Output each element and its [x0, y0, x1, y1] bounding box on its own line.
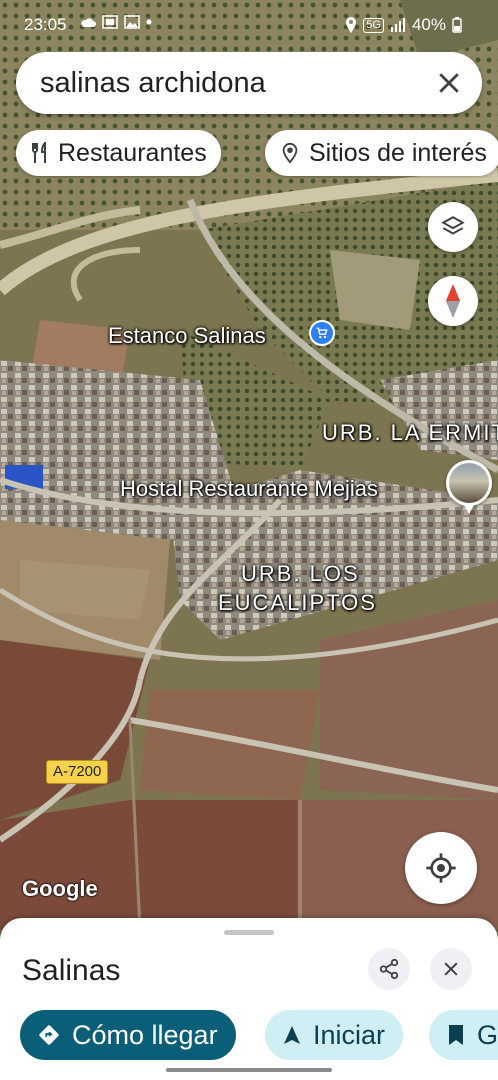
- share-icon: [379, 958, 399, 980]
- save-button[interactable]: Guardar: [429, 1010, 498, 1060]
- fork-knife-icon: [32, 142, 46, 163]
- chip-sitios-de-interes[interactable]: Sitios de interés: [265, 130, 498, 176]
- battery-percent: 40%: [411, 15, 446, 34]
- camera-pin-icon: [282, 142, 298, 164]
- close-icon: [439, 73, 459, 93]
- shopping-cart-icon[interactable]: [309, 320, 335, 346]
- road-shield-a7200: A-7200: [46, 760, 109, 784]
- urb-label-la-ermita: URB. LA ERMITA: [322, 420, 498, 445]
- chip-label-restaurantes: Restaurantes: [58, 138, 207, 167]
- chip-restaurantes[interactable]: Restaurantes: [16, 130, 221, 176]
- directions-label: Cómo llegar: [72, 1019, 218, 1050]
- image-icon: [124, 15, 140, 29]
- layers-button[interactable]: [428, 202, 478, 252]
- close-icon: [444, 962, 458, 976]
- dot-icon: [146, 19, 152, 25]
- gesture-navigation-bar[interactable]: [166, 1068, 332, 1072]
- close-sheet-button[interactable]: [430, 948, 472, 990]
- action-buttons: Cómo llegar Iniciar Guardar: [0, 1010, 498, 1062]
- navigation-arrow-icon: [284, 1026, 300, 1044]
- bookmark-icon: [449, 1025, 463, 1045]
- network-badge: 5G: [363, 17, 384, 33]
- my-location-icon: [426, 853, 456, 883]
- my-location-button[interactable]: [405, 832, 477, 904]
- clear-search-button[interactable]: [434, 68, 464, 98]
- sheet-drag-handle[interactable]: [224, 930, 274, 935]
- poi-label-hostal[interactable]: Hostal Restaurante Mejias: [120, 476, 378, 502]
- status-time: 23:05: [24, 15, 67, 34]
- google-logo: Google: [22, 876, 98, 901]
- location-icon: [346, 17, 357, 33]
- cast-icon: [102, 15, 118, 29]
- save-label: Guardar: [477, 1019, 498, 1050]
- signal-icon: [390, 18, 405, 32]
- chip-label-sitios-de-interes: Sitios de interés: [309, 138, 487, 167]
- start-label: Iniciar: [313, 1019, 386, 1050]
- urb-label-los: URB. LOS: [241, 561, 360, 586]
- hostal-photo-icon: [449, 463, 489, 503]
- directions-button[interactable]: Cómo llegar: [20, 1010, 236, 1060]
- category-chips: Restaurantes Sitios de interés: [0, 130, 498, 178]
- battery-icon: [452, 17, 462, 33]
- compass-button[interactable]: [428, 276, 478, 326]
- compass-icon: [445, 284, 461, 318]
- status-bar: 23:05 5G 40%: [0, 0, 498, 50]
- place-bottom-sheet[interactable]: Salinas Cómo llegar Iniciar Guardar: [0, 918, 498, 1080]
- urb-label-eucaliptos: EUCALIPTOS: [218, 590, 377, 615]
- hostal-photo-pin[interactable]: [446, 460, 492, 514]
- share-button[interactable]: [368, 948, 410, 990]
- search-bar[interactable]: salinas archidona: [16, 52, 482, 114]
- poi-label-estanco[interactable]: Estanco Salinas: [108, 323, 266, 349]
- directions-icon: [39, 1025, 59, 1045]
- start-button[interactable]: Iniciar: [265, 1010, 404, 1060]
- layers-icon: [441, 216, 465, 235]
- cloud-icon: [81, 18, 96, 27]
- search-query[interactable]: salinas archidona: [40, 67, 266, 100]
- place-title: Salinas: [22, 954, 121, 987]
